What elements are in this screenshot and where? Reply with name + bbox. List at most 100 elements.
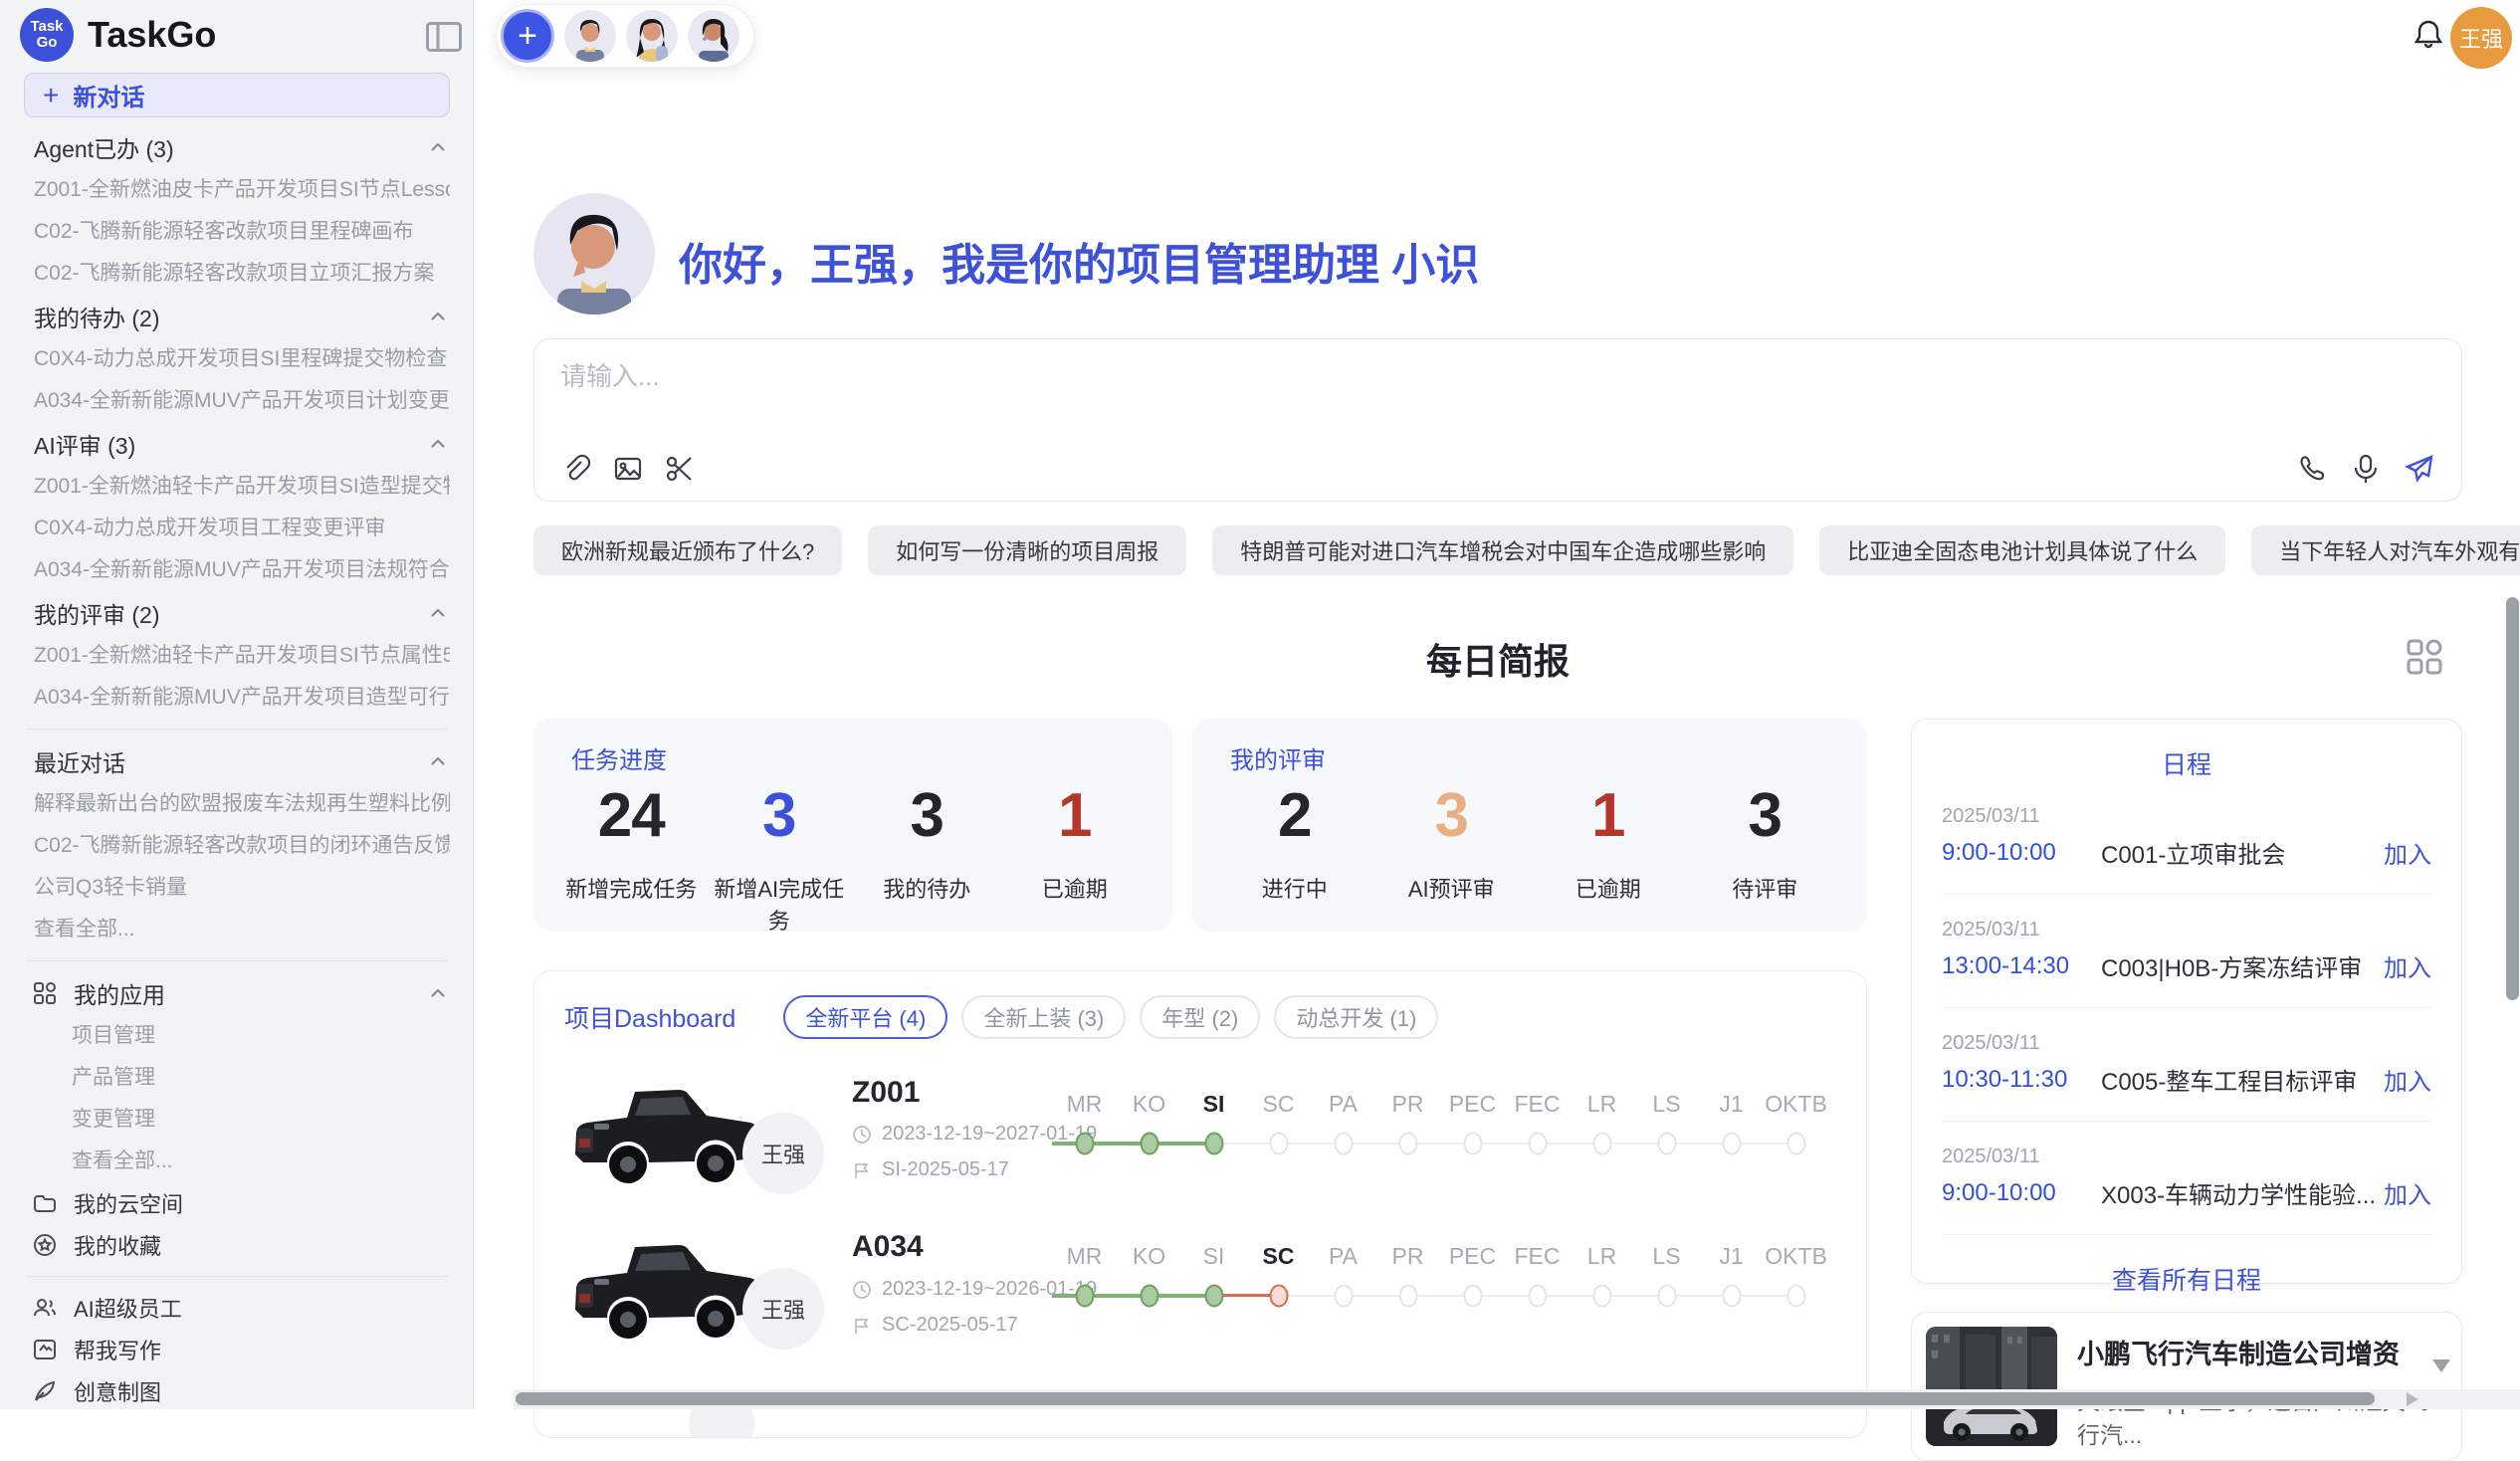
avatar[interactable] [626,10,678,62]
section-title: 我的评审 (2) [34,596,160,630]
milestone-dot [1657,1133,1676,1155]
owner-badge: 王强 [742,1268,824,1350]
image-icon[interactable] [612,453,644,485]
stats-row: 24新增完成任务 3新增AI完成任务 3我的待办 1已逾期 [557,784,1149,936]
list-item[interactable]: C02-飞腾新能源轻客改款项目的闭环通告反馈情况 [24,825,450,867]
vertical-scrollbar-thumb[interactable] [2506,597,2519,1000]
list-item[interactable]: A034-全新新能源MUV产品开发项目法规符合性评审 [24,549,450,591]
event-name: X003-车辆动力学性能验... [2101,1175,2384,1210]
tab-year-model[interactable]: 年型 (2) [1140,995,1260,1039]
sidebar: Task Go TaskGo + 新对话 Agent已办 (3) Z001-全新… [0,0,474,1409]
phone-icon[interactable] [2296,453,2328,485]
send-icon[interactable] [2404,453,2435,485]
list-item[interactable]: C0X4-动力总成开发项目工程变更评审 [24,508,450,549]
list-item[interactable]: Z001-全新燃油轻卡产品开发项目SI节点属性5D文件评审 [24,635,450,677]
layout-grid-icon[interactable] [2403,635,2446,679]
app-item-change[interactable]: 变更管理 [24,1099,450,1141]
scroll-down-arrow[interactable] [2432,1359,2450,1372]
sidebar-item-creative-draw[interactable]: 创意制图 [24,1370,450,1412]
section-agent-done[interactable]: Agent已办 (3) [24,125,450,169]
project-dashboard-card: 项目Dashboard 全新平台 (4) 全新上装 (3) 年型 (2) 动总开… [533,970,1867,1438]
avatar[interactable] [564,10,616,62]
stat: 3我的待办 [853,784,1001,936]
attachment-icon[interactable] [560,453,592,485]
card-title: 任务进度 [571,740,667,775]
view-all-schedule-link[interactable]: 查看所有日程 [1912,1261,2461,1297]
sidebar-item-label: 创意制图 [74,1375,161,1407]
join-button[interactable]: 加入 [2384,948,2431,983]
app-item-product[interactable]: 产品管理 [24,1057,450,1099]
milestone-dot [1204,1285,1223,1308]
app-item-project[interactable]: 项目管理 [24,1015,450,1057]
sidebar-item-label: 我的云空间 [74,1187,183,1219]
news-card[interactable]: 小鹏飞行汽车制造公司增资 天眼查 App 显示，近日广州汇天飞行汽... [1911,1312,2462,1461]
scroll-right-arrow[interactable] [2407,1392,2418,1406]
schedule-card: 日程 2025/03/11 9:00-10:00 C001-立项审批会 加入 2… [1911,719,2462,1284]
scissors-icon[interactable] [664,453,696,485]
new-chat-button[interactable]: + 新对话 [24,73,450,117]
milestone-dot [1786,1133,1805,1155]
microphone-icon[interactable] [2350,453,2382,485]
suggestion-chip[interactable]: 如何写一份清晰的项目周报 [868,525,1186,575]
suggestion-chip[interactable]: 当下年轻人对汽车外观有怎样的喜好趋势 [2251,525,2520,575]
milestone-dot [1463,1133,1482,1155]
milestone-dot [1722,1285,1741,1308]
sidebar-item-cloud-space[interactable]: 我的云空间 [24,1182,450,1224]
notification-bell-icon[interactable] [2411,17,2446,53]
horizontal-scrollbar-thumb[interactable] [516,1392,2375,1405]
event-time: 9:00-10:00 [1942,1179,2101,1207]
section-my-review[interactable]: 我的评审 (2) [24,591,450,635]
chevron-up-icon [426,601,450,625]
section-my-todo[interactable]: 我的待办 (2) [24,295,450,338]
join-button[interactable]: 加入 [2384,1175,2431,1210]
dashboard-tabs: 全新平台 (4) 全新上装 (3) 年型 (2) 动总开发 (1) [783,995,1438,1039]
suggestion-chip[interactable]: 比亚迪全固态电池计划具体说了什么 [1819,525,2225,575]
list-item[interactable]: C02-飞腾新能源轻客改款项目里程碑画布 [24,211,450,253]
app-title: TaskGo [88,14,216,56]
milestone-track: MR KO SI SC PA PR PEC FEC LR LS J1 OKTB [1052,1086,1838,1165]
join-button[interactable]: 加入 [2384,1062,2431,1097]
list-item[interactable]: A034-全新新能源MUV产品开发项目计划变更表编写 [24,380,450,422]
suggestion-chip[interactable]: 特朗普可能对进口汽车增税会对中国车企造成哪些影响 [1212,525,1793,575]
avatar[interactable] [688,10,739,62]
section-my-apps[interactable]: 我的应用 [24,971,450,1015]
sidebar-item-favorites[interactable]: 我的收藏 [24,1224,450,1266]
milestone-dot [1075,1285,1094,1308]
suggestion-chip[interactable]: 欧洲新规最近颁布了什么? [533,525,842,575]
chat-input-card [533,338,2462,502]
tab-powertrain[interactable]: 动总开发 (1) [1274,995,1438,1039]
card-title: 我的评审 [1230,740,1326,775]
suggestion-chips: 欧洲新规最近颁布了什么? 如何写一份清晰的项目周报 特朗普可能对进口汽车增税会对… [533,525,2520,575]
milestone-track: MR KO SI SC PA PR PEC FEC LR LS J1 OKTB [1052,1238,1838,1318]
list-item[interactable]: C02-飞腾新能源轻客改款项目立项汇报方案 [24,253,450,295]
section-ai-review[interactable]: AI评审 (3) [24,422,450,466]
sidebar-item-help-write[interactable]: 帮我写作 [24,1329,450,1370]
chat-input[interactable] [560,361,2431,392]
user-avatar[interactable]: 王强 [2450,7,2512,69]
list-item[interactable]: A034-全新新能源MUV产品开发项目造型可行性评审 [24,677,450,719]
milestone-dot [1398,1133,1417,1155]
list-item[interactable]: 解释最新出台的欧盟报废车法规再生塑料比例被调至15%... [24,783,450,825]
list-item[interactable]: 公司Q3轻卡销量 [24,867,450,909]
list-item[interactable]: C0X4-动力总成开发项目SI里程碑提交物检查 [24,338,450,380]
milestone-dot [1334,1285,1353,1308]
user-name: 王强 [2459,22,2503,54]
add-agent-button[interactable]: + [501,9,554,63]
section-recent-chats[interactable]: 最近对话 [24,739,450,783]
daily-brief-title: 每日简报 [533,633,2462,685]
list-item[interactable]: Z001-全新燃油皮卡产品开发项目SI节点Lesson Learn报告 [24,169,450,211]
chevron-up-icon [426,432,450,456]
stats-row: 2进行中 3AI预评审 1已逾期 3待评审 [1216,784,1843,904]
view-all-apps[interactable]: 查看全部... [24,1141,450,1182]
tab-new-body[interactable]: 全新上装 (3) [961,995,1126,1039]
sidebar-item-label: 帮我写作 [74,1334,161,1365]
sidebar-item-ai-employee[interactable]: AI超级员工 [24,1287,450,1329]
collapse-sidebar-icon[interactable] [426,22,462,52]
stat: 3AI预评审 [1373,784,1531,904]
tab-new-platform[interactable]: 全新平台 (4) [783,995,947,1039]
event-name: C003|H0B-方案冻结评审 [2101,948,2384,983]
join-button[interactable]: 加入 [2384,835,2431,870]
view-all-chats[interactable]: 查看全部... [24,909,450,950]
list-item[interactable]: Z001-全新燃油轻卡产品开发项目SI造型提交物评审 [24,466,450,508]
milestone-dot [1398,1285,1417,1308]
